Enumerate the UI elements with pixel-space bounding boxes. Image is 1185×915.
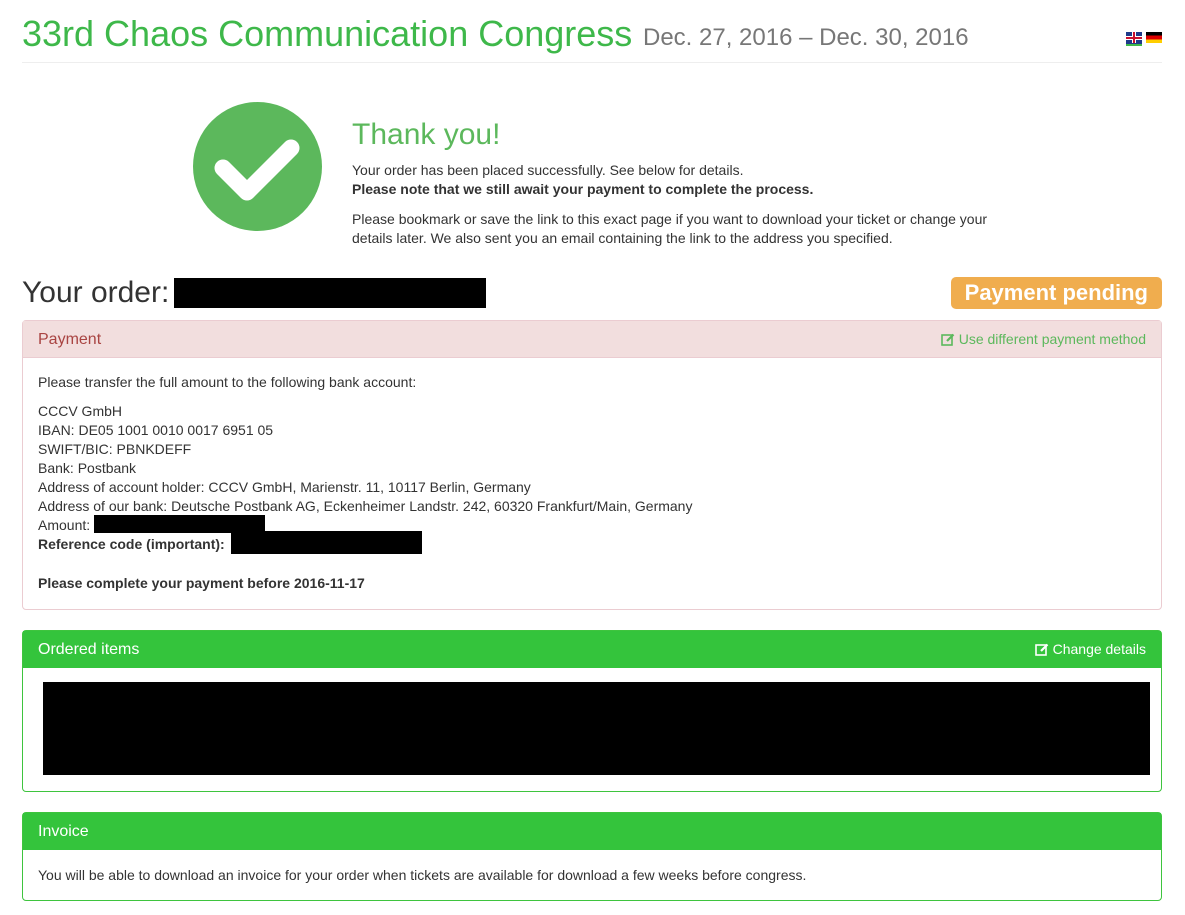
ordered-items-redacted: [43, 682, 1150, 775]
change-details-link[interactable]: Change details: [1034, 631, 1146, 668]
order-label: Your order:: [22, 276, 170, 309]
payment-panel: Payment Use different payment method Ple…: [22, 320, 1162, 610]
checkmark-icon: [193, 102, 322, 231]
order-code-redacted: [174, 278, 486, 308]
thank-you-heading: Thank you!: [352, 118, 501, 151]
change-payment-method-label: Use different payment method: [958, 331, 1146, 347]
transfer-intro: Please transfer the full amount to the f…: [38, 374, 417, 390]
order-success-text: Your order has been placed successfully.…: [352, 162, 744, 178]
ordered-items-panel: Ordered items Change details: [22, 630, 1162, 792]
invoice-panel: Invoice You will be able to download an …: [22, 812, 1162, 901]
reference-redacted: [231, 531, 422, 554]
payment-panel-heading: Payment Use different payment method: [23, 321, 1161, 358]
iban: IBAN: DE05 1001 0010 0017 6951 05: [38, 422, 274, 438]
swift-bic: SWIFT/BIC: PBNKDEFF: [38, 441, 192, 457]
status-badge: Payment pending: [950, 277, 1162, 309]
page-header: 33rd Chaos Communication Congress Dec. 2…: [22, 0, 1162, 63]
amount-label: Amount:: [38, 517, 91, 533]
payment-heading: Payment: [38, 331, 102, 348]
page: 33rd Chaos Communication Congress Dec. 2…: [22, 0, 1162, 901]
reference-row: Reference code (important):: [38, 531, 1146, 554]
ordered-items-heading-bar: Ordered items Change details: [23, 631, 1161, 668]
en-flag-icon[interactable]: [1126, 32, 1142, 46]
invoice-text: You will be able to download an invoice …: [38, 867, 807, 883]
bookmark-notice: Please bookmark or save the link to this…: [352, 211, 988, 246]
ordered-items-heading: Ordered items: [38, 641, 140, 658]
change-payment-method-link[interactable]: Use different payment method: [940, 321, 1146, 358]
event-title[interactable]: 33rd Chaos Communication Congress: [22, 13, 632, 55]
reference-label: Reference code (important):: [38, 536, 225, 552]
account-name: CCCV GmbH: [38, 403, 123, 419]
amount-row: Amount:: [38, 515, 1146, 535]
invoice-heading-bar: Invoice: [23, 813, 1161, 850]
holder-address: Address of account holder: CCCV GmbH, Ma…: [38, 479, 531, 495]
change-details-label: Change details: [1052, 641, 1146, 657]
event-dates: Dec. 27, 2016 – Dec. 30, 2016: [643, 24, 969, 51]
language-switcher: [1126, 32, 1162, 46]
await-payment-notice: Please note that we still await your pay…: [352, 181, 814, 197]
bank-address: Address of our bank: Deutsche Postbank A…: [38, 498, 693, 514]
payment-body: Please transfer the full amount to the f…: [23, 358, 1161, 608]
invoice-heading: Invoice: [38, 823, 89, 840]
bank-details: CCCV GmbH IBAN: DE05 1001 0010 0017 6951…: [38, 402, 1146, 554]
bank-name: Bank: Postbank: [38, 460, 137, 476]
de-flag-icon[interactable]: [1146, 32, 1162, 43]
edit-icon: [940, 333, 954, 346]
edit-icon: [1034, 643, 1048, 656]
payment-deadline: Please complete your payment before 2016…: [38, 575, 365, 591]
